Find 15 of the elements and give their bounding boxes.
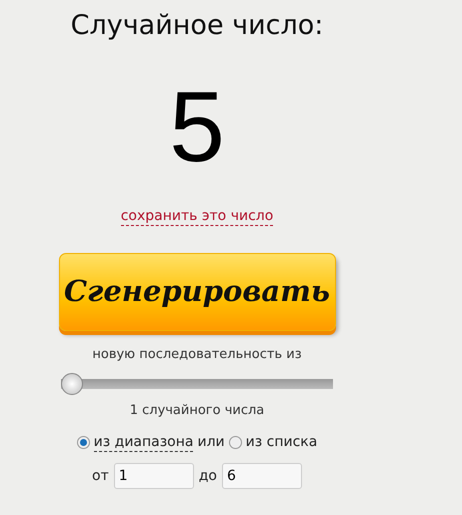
slider-thumb[interactable] (61, 372, 83, 394)
to-field[interactable]: 6 (222, 463, 302, 489)
from-label: от (92, 466, 109, 486)
to-label: до (198, 466, 217, 486)
from-field[interactable]: 1 (114, 463, 194, 489)
sequence-label: новую последовательность из (92, 346, 302, 364)
radio-button[interactable] (76, 436, 90, 449)
radio-button[interactable] (228, 436, 242, 449)
random-number: 5 (169, 72, 225, 182)
radio-label[interactable]: из диапазона (94, 434, 194, 452)
joiner-text: или (197, 433, 225, 452)
radio-label[interactable]: из списка (246, 432, 318, 453)
page-title: Случайное число: (70, 9, 324, 43)
save-link[interactable]: сохранить это число (120, 207, 274, 226)
count-label: 1 случайного числа (130, 402, 264, 420)
